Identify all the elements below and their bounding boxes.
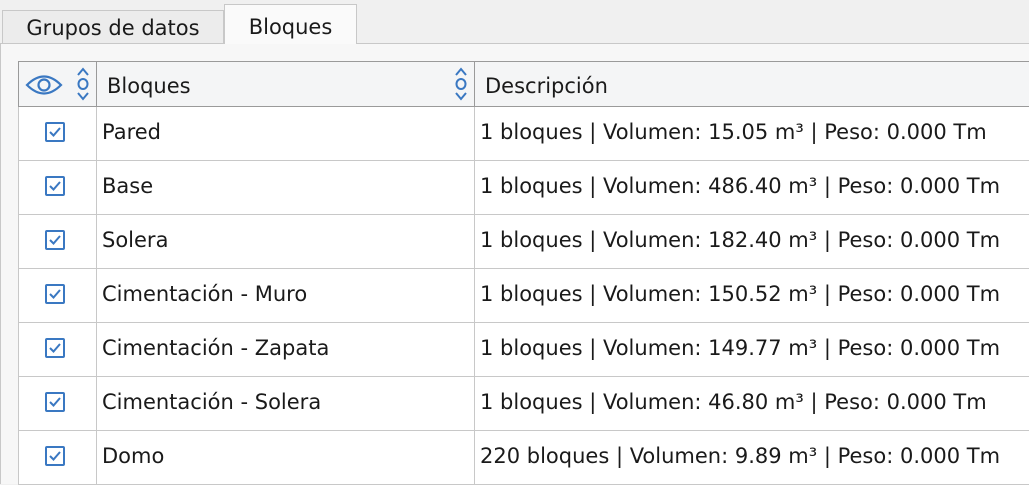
table-row[interactable]: Solera 1 bloques | Volumen: 182.40 m³ | P… xyxy=(18,215,1029,269)
block-name-cell: Pared xyxy=(97,107,475,160)
block-description-cell: 220 bloques | Volumen: 9.89 m³ | Peso: 0… xyxy=(480,444,1001,468)
table-row[interactable]: Base 1 bloques | Volumen: 486.40 m³ | Pes… xyxy=(18,161,1029,215)
block-description-cell: 1 bloques | Volumen: 486.40 m³ | Peso: 0… xyxy=(480,174,1001,198)
visibility-checkbox[interactable] xyxy=(45,176,65,196)
visibility-cell xyxy=(18,107,97,160)
table-row[interactable]: Cimentación - Zapata 1 bloques | Volumen:… xyxy=(18,323,1029,377)
sort-icon[interactable] xyxy=(454,66,468,102)
description-column-label: Descripción xyxy=(485,74,608,98)
block-name-cell: Domo xyxy=(97,431,475,484)
visibility-cell xyxy=(18,269,97,322)
visibility-cell xyxy=(18,431,97,484)
name-column-header[interactable]: Bloques xyxy=(97,62,475,106)
name-column-label: Bloques xyxy=(107,74,191,98)
table-header: Bloques Descripción xyxy=(18,61,1029,107)
description-column-header[interactable]: Descripción xyxy=(475,62,1029,106)
tab-bloques[interactable]: Bloques xyxy=(224,4,357,45)
visibility-cell xyxy=(18,323,97,376)
block-description-cell: 1 bloques | Volumen: 15.05 m³ | Peso: 0.… xyxy=(480,120,987,144)
visibility-column-header[interactable] xyxy=(18,62,97,106)
visibility-cell xyxy=(18,161,97,214)
blocks-table: Bloques Descripción Pared 1 bloques | Vol… xyxy=(18,61,1029,485)
visibility-checkbox[interactable] xyxy=(45,338,65,358)
table-row[interactable]: Cimentación - Muro 1 bloques | Volumen: 1… xyxy=(18,269,1029,323)
visibility-cell xyxy=(18,215,97,268)
tab-panel: Bloques Descripción Pared 1 bloques | Vol… xyxy=(0,44,1029,485)
block-description-cell: 1 bloques | Volumen: 182.40 m³ | Peso: 0… xyxy=(480,228,1001,252)
visibility-checkbox[interactable] xyxy=(45,122,65,142)
sort-icon[interactable] xyxy=(76,66,90,102)
visibility-checkbox[interactable] xyxy=(45,446,65,466)
table-row[interactable]: Cimentación - Solera 1 bloques | Volumen:… xyxy=(18,377,1029,431)
block-description-cell: 1 bloques | Volumen: 150.52 m³ | Peso: 0… xyxy=(480,282,1001,306)
block-name-cell: Base xyxy=(97,161,475,214)
visibility-checkbox[interactable] xyxy=(45,230,65,250)
block-name-cell: Cimentación - Solera xyxy=(97,377,475,430)
table-row[interactable]: Domo 220 bloques | Volumen: 9.89 m³ | Pes… xyxy=(18,431,1029,485)
visibility-checkbox[interactable] xyxy=(45,284,65,304)
block-name-cell: Cimentación - Muro xyxy=(97,269,475,322)
block-name-cell: Solera xyxy=(97,215,475,268)
visibility-cell xyxy=(18,377,97,430)
visibility-checkbox[interactable] xyxy=(45,392,65,412)
table-row[interactable]: Pared 1 bloques | Volumen: 15.05 m³ | Pes… xyxy=(18,107,1029,161)
block-description-cell: 1 bloques | Volumen: 46.80 m³ | Peso: 0.… xyxy=(480,390,987,414)
tab-bar: Grupos de datos Bloques xyxy=(0,0,1029,45)
tab-grupos-de-datos[interactable]: Grupos de datos xyxy=(2,10,224,43)
block-description-cell: 1 bloques | Volumen: 149.77 m³ | Peso: 0… xyxy=(480,336,1001,360)
block-name-cell: Cimentación - Zapata xyxy=(97,323,475,376)
